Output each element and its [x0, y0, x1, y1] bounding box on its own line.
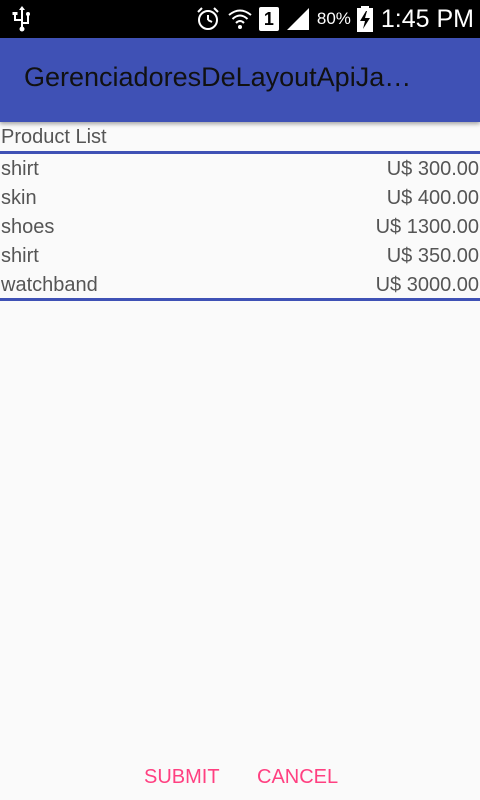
- product-price: U$ 300.00: [386, 158, 479, 180]
- list-item: shirt U$ 300.00: [0, 155, 480, 184]
- battery-percent: 80%: [316, 9, 351, 28]
- cancel-button[interactable]: CANCEL: [257, 766, 338, 789]
- product-name: shirt: [1, 245, 39, 267]
- wifi-icon: [228, 9, 252, 29]
- usb-icon: [12, 6, 30, 32]
- product-name: watchband: [1, 274, 98, 296]
- list-bottom-divider: [0, 298, 480, 301]
- app-title: GerenciadoresDeLayoutApiJa…: [24, 62, 412, 92]
- list-item: shirt U$ 350.00: [0, 242, 480, 271]
- product-price: U$ 350.00: [386, 245, 479, 267]
- product-price: U$ 400.00: [386, 187, 479, 209]
- product-name: shoes: [1, 216, 55, 238]
- sim-slot-number: 1: [263, 9, 274, 29]
- product-name: skin: [1, 187, 37, 209]
- list-top-divider: [0, 151, 480, 154]
- alarm-icon: [197, 7, 219, 30]
- sim-icon: 1: [258, 7, 279, 31]
- clock: 1:45 PM: [380, 4, 474, 33]
- status-icons: 1 80% 1:45 PM: [195, 0, 474, 38]
- list-item: shoes U$ 1300.00: [0, 213, 480, 242]
- signal-icon: [286, 8, 309, 30]
- battery-charging-icon: [356, 6, 373, 32]
- product-list-header: Product List: [1, 126, 107, 148]
- list-item: watchband U$ 3000.00: [0, 271, 480, 300]
- status-bar: 1 80% 1:45 PM: [0, 0, 480, 38]
- list-item: skin U$ 400.00: [0, 184, 480, 213]
- submit-button[interactable]: SUBMIT: [144, 766, 220, 789]
- product-price: U$ 1300.00: [375, 216, 479, 238]
- action-bar: SUBMIT CANCEL: [0, 752, 480, 800]
- app-bar: GerenciadoresDeLayoutApiJa…: [0, 38, 480, 122]
- product-name: shirt: [1, 158, 39, 180]
- product-price: U$ 3000.00: [375, 274, 479, 296]
